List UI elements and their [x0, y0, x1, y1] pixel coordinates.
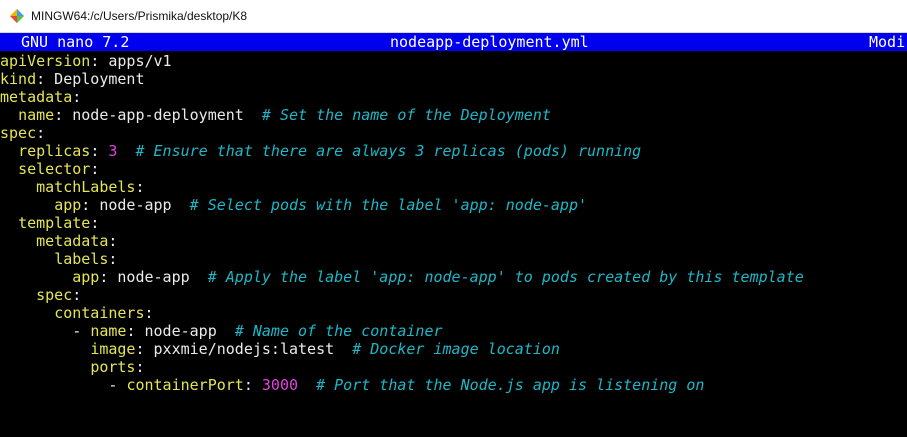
yaml-value	[253, 376, 262, 394]
yaml-value: node-app	[90, 196, 190, 214]
yaml-key: metadata	[36, 232, 109, 250]
yaml-key: template	[18, 214, 91, 232]
code-line: app: node-app # Select pods with the lab…	[0, 196, 907, 214]
yaml-key: containers	[54, 304, 145, 322]
yaml-colon: :	[72, 286, 82, 304]
yaml-colon: :	[90, 160, 100, 178]
yaml-key: containerPort	[126, 376, 244, 394]
yaml-comment: # Ensure that there are always 3 replica…	[117, 142, 642, 160]
code-line: labels:	[0, 250, 907, 268]
code-line: spec:	[0, 124, 907, 142]
yaml-key: ports	[90, 358, 136, 376]
code-line: image: pxxmie/nodejs:latest # Docker ima…	[0, 340, 907, 358]
yaml-colon: :	[36, 70, 46, 88]
yaml-colon: :	[144, 304, 154, 322]
yaml-key: app	[72, 268, 100, 286]
code-line: matchLabels:	[0, 178, 907, 196]
yaml-value: pxxmie/nodejs:latest	[144, 340, 353, 358]
yaml-comment: # Apply the label 'app: node-app' to pod…	[207, 268, 804, 286]
code-line: app: node-app # Apply the label 'app: no…	[0, 268, 907, 286]
terminal-area[interactable]: GNU nano 7.2 nodeapp-deployment.yml Modi…	[0, 33, 907, 437]
yaml-colon: :	[36, 124, 46, 142]
yaml-value: node-app-deployment	[63, 106, 262, 124]
yaml-colon: :	[54, 106, 64, 124]
yaml-comment: # Set the name of the Deployment	[261, 106, 551, 124]
yaml-value: node-app	[108, 268, 208, 286]
yaml-comment: # Port that the Node.js app is listening…	[298, 376, 705, 394]
code-line: metadata:	[0, 232, 907, 250]
code-line: replicas: 3 # Ensure that there are alwa…	[0, 142, 907, 160]
yaml-key: replicas	[18, 142, 91, 160]
yaml-key: apiVersion	[0, 52, 91, 70]
yaml-key: app	[54, 196, 82, 214]
code-line: template:	[0, 214, 907, 232]
code-line: - containerPort: 3000 # Port that the No…	[0, 376, 907, 394]
nano-version: GNU nano 7.2	[21, 33, 130, 51]
yaml-colon: :	[90, 214, 100, 232]
yaml-colon: :	[108, 232, 118, 250]
yaml-key: selector	[18, 160, 91, 178]
yaml-colon: :	[243, 376, 253, 394]
editor-buffer[interactable]: apiVersion: apps/v1 kind: Deployment metad…	[0, 52, 907, 394]
nano-modified-status: Modi	[869, 33, 906, 51]
yaml-value: apps/v1	[99, 52, 172, 70]
code-line: metadata:	[0, 88, 907, 106]
code-line: apiVersion: apps/v1	[0, 52, 907, 70]
yaml-key: labels	[54, 250, 109, 268]
mingw-diamond-icon	[9, 8, 25, 24]
yaml-colon: :	[90, 52, 100, 70]
yaml-number: 3000	[261, 376, 299, 394]
yaml-key: spec	[36, 286, 73, 304]
yaml-comment: # Name of the container	[234, 322, 443, 340]
yaml-key: name	[18, 106, 55, 124]
yaml-key: image	[90, 340, 136, 358]
nano-header-bar: GNU nano 7.2 nodeapp-deployment.yml Modi	[0, 33, 907, 51]
yaml-colon: :	[72, 88, 82, 106]
code-line: kind: Deployment	[0, 70, 907, 88]
yaml-value: Deployment	[45, 70, 145, 88]
yaml-comment: # Select pods with the label 'app: node-…	[189, 196, 588, 214]
window-titlebar: MINGW64:/c/Users/Prismika/desktop/K8	[0, 0, 907, 33]
yaml-colon: :	[135, 358, 145, 376]
yaml-key: metadata	[0, 88, 73, 106]
yaml-key: spec	[0, 124, 37, 142]
yaml-colon: :	[90, 142, 100, 160]
yaml-comment: # Docker image location	[352, 340, 560, 358]
line-indent: -	[0, 322, 91, 340]
code-line: name: node-app-deployment # Set the name…	[0, 106, 907, 124]
yaml-colon: :	[135, 340, 145, 358]
yaml-key: matchLabels	[36, 178, 136, 196]
yaml-key: kind	[0, 70, 37, 88]
code-line: selector:	[0, 160, 907, 178]
window-title: MINGW64:/c/Users/Prismika/desktop/K8	[31, 9, 248, 23]
code-line: ports:	[0, 358, 907, 376]
code-line: spec:	[0, 286, 907, 304]
code-line: - name: node-app # Name of the container	[0, 322, 907, 340]
yaml-key: name	[90, 322, 127, 340]
code-line: containers:	[0, 304, 907, 322]
yaml-colon: :	[81, 196, 91, 214]
nano-filename: nodeapp-deployment.yml	[390, 33, 589, 51]
yaml-colon: :	[108, 250, 118, 268]
line-indent: -	[0, 376, 127, 394]
yaml-colon: :	[135, 178, 145, 196]
yaml-value: node-app	[135, 322, 235, 340]
